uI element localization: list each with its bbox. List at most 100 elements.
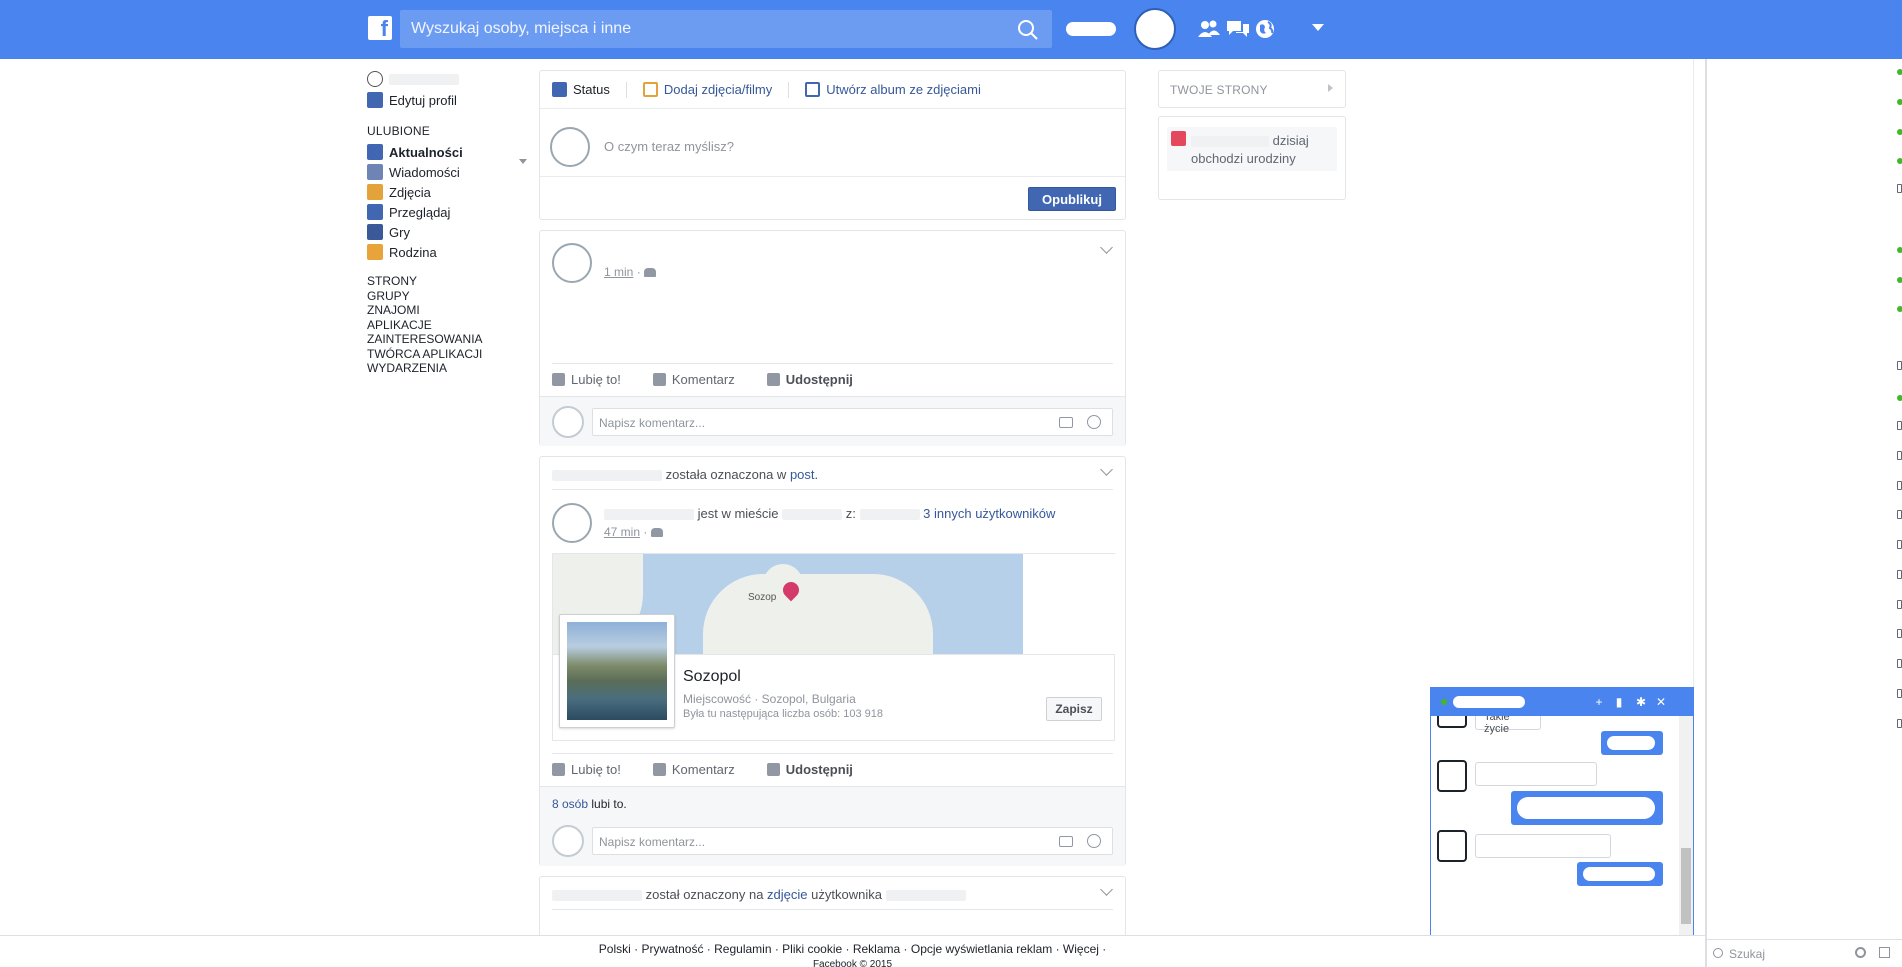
account-menu-chevron-down-icon[interactable] <box>1312 24 1324 31</box>
camera-icon[interactable] <box>1059 417 1073 428</box>
sidebar-item-games[interactable]: Gry <box>367 222 527 242</box>
tag-post-link[interactable]: post <box>790 467 815 482</box>
place-name[interactable]: Sozopol <box>683 668 741 686</box>
notifications-globe-icon[interactable] <box>1254 17 1280 41</box>
composer-body[interactable]: O czym teraz myślisz? <box>540 109 1125 177</box>
sidebar-item-photos[interactable]: Zdjęcia <box>367 182 527 202</box>
chevron-right-icon[interactable] <box>1328 84 1333 92</box>
close-icon[interactable]: ✕ <box>1655 696 1667 708</box>
add-friend-icon[interactable]: + <box>1593 696 1605 708</box>
chat-scrollbar[interactable] <box>1679 716 1693 938</box>
post-timestamp[interactable]: 47 min <box>604 525 640 539</box>
online-dot-icon[interactable] <box>1897 158 1902 164</box>
tab-create-album[interactable]: Utwórz album ze zdjęciami <box>805 82 981 97</box>
post-options-chevron-down-icon[interactable] <box>1100 463 1113 476</box>
sidebar-item-messages[interactable]: Wiadomości <box>367 162 527 182</box>
like-button[interactable]: Lubię to! <box>552 762 621 777</box>
nav-section-link[interactable]: GRUPY <box>367 289 527 304</box>
video-call-icon[interactable]: ▮ <box>1613 696 1625 708</box>
share-label: Udostępnij <box>785 372 853 387</box>
post-options-chevron-down-icon[interactable] <box>1100 883 1113 896</box>
online-dot-icon[interactable] <box>1897 306 1902 312</box>
nav-section-link[interactable]: WYDARZENIA <box>367 361 527 376</box>
scroll-thumb[interactable] <box>1681 848 1691 924</box>
save-button[interactable]: Zapisz <box>1046 697 1102 721</box>
post-author-avatar[interactable] <box>552 503 592 543</box>
mobile-icon[interactable] <box>1897 361 1902 370</box>
messages-icon[interactable] <box>1225 17 1251 41</box>
profile-avatar[interactable] <box>1134 8 1176 50</box>
profile-link[interactable] <box>367 70 527 88</box>
mobile-icon[interactable] <box>1897 540 1902 549</box>
online-dot-icon[interactable] <box>1897 99 1902 105</box>
mobile-icon[interactable] <box>1897 481 1902 490</box>
mobile-icon[interactable] <box>1897 421 1902 430</box>
mobile-icon[interactable] <box>1897 629 1902 638</box>
comment-button[interactable]: Komentarz <box>652 762 735 777</box>
profile-name-link[interactable] <box>1066 22 1116 36</box>
facebook-logo-icon[interactable]: f <box>368 16 392 40</box>
chat-search[interactable]: Szukaj <box>1707 939 1902 967</box>
search-icon[interactable] <box>1006 10 1052 48</box>
camera-icon[interactable] <box>1059 836 1073 847</box>
friend-requests-icon[interactable] <box>1196 17 1222 41</box>
mobile-icon[interactable] <box>1897 184 1902 193</box>
mobile-icon[interactable] <box>1897 451 1902 460</box>
sidebar-item-browse[interactable]: Przeglądaj <box>367 202 527 222</box>
mobile-icon[interactable] <box>1897 719 1902 728</box>
gear-icon[interactable]: ✱ <box>1635 696 1647 708</box>
chat-contact-name[interactable] <box>1453 696 1525 708</box>
gear-icon[interactable] <box>1855 947 1866 958</box>
nav-section-link[interactable]: ZAINTERESOWANIA <box>367 332 527 347</box>
audience-friends-icon[interactable] <box>650 528 663 538</box>
nav-section-link[interactable]: ZNAJOMI <box>367 303 527 318</box>
emoji-icon[interactable] <box>1087 834 1101 848</box>
others-link[interactable]: 3 innych użytkowników <box>923 506 1055 521</box>
audience-friends-icon[interactable] <box>644 268 657 278</box>
online-dot-icon[interactable] <box>1897 277 1902 283</box>
search-input[interactable] <box>400 10 1000 48</box>
comment-input[interactable]: Napisz komentarz... <box>592 408 1113 436</box>
birthday-reminder[interactable]: dzisiaj obchodzi urodziny <box>1167 127 1337 171</box>
share-button[interactable]: Udostępnij <box>766 372 853 387</box>
post-timestamp[interactable]: 1 min <box>604 265 633 279</box>
publish-button[interactable]: Opublikuj <box>1028 187 1116 211</box>
footer-links[interactable]: Polski · Prywatność · Regulamin · Pliki … <box>0 942 1705 956</box>
likes-count-link[interactable]: 8 osób <box>552 797 588 811</box>
share-button[interactable]: Udostępnij <box>766 762 853 777</box>
post-options-chevron-down-icon[interactable] <box>1100 241 1113 254</box>
new-message-icon[interactable] <box>1879 947 1890 958</box>
online-dot-icon[interactable] <box>1897 129 1902 135</box>
online-dot-icon[interactable] <box>1897 395 1902 401</box>
mobile-icon[interactable] <box>1897 570 1902 579</box>
redacted-city <box>782 509 843 521</box>
place-attachment[interactable]: Sozop Sozopol Miejscowość · Sozopol, Bul… <box>552 553 1115 741</box>
edit-profile-link[interactable]: Edytuj profil <box>367 88 527 112</box>
tag-photo-link[interactable]: zdjęcie <box>767 887 807 902</box>
nav-section-link[interactable]: APLIKACJE <box>367 318 527 333</box>
online-dot-icon[interactable] <box>1897 247 1902 253</box>
mobile-icon[interactable] <box>1897 510 1902 519</box>
post-author-avatar[interactable] <box>552 243 592 283</box>
mobile-icon[interactable] <box>1897 689 1902 698</box>
like-button[interactable]: Lubię to! <box>552 372 621 387</box>
chat-header[interactable]: + ▮ ✱ ✕ <box>1431 688 1693 716</box>
your-pages-box[interactable]: TWOJE STRONY <box>1158 70 1346 108</box>
comment-button[interactable]: Komentarz <box>652 372 735 387</box>
chat-sidebar: Szukaj <box>1705 59 1902 967</box>
sidebar-item-news-feed[interactable]: Aktualności <box>367 142 527 162</box>
place-photo[interactable] <box>559 614 675 728</box>
nav-section-link[interactable]: STRONY <box>367 274 527 289</box>
news-feed-options-chevron-down-icon[interactable] <box>519 159 527 164</box>
composer-placeholder[interactable]: O czym teraz myślisz? <box>604 139 734 154</box>
comment-input[interactable]: Napisz komentarz... <box>592 827 1113 855</box>
place-visit-count: Była tu następująca liczba osób: 103 918 <box>683 708 883 720</box>
tab-status[interactable]: Status <box>552 82 610 97</box>
emoji-icon[interactable] <box>1087 415 1101 429</box>
sidebar-item-family[interactable]: Rodzina <box>367 242 527 262</box>
tab-add-photos[interactable]: Dodaj zdjęcia/filmy <box>642 82 772 97</box>
mobile-icon[interactable] <box>1897 659 1902 668</box>
mobile-icon[interactable] <box>1897 600 1902 609</box>
online-dot-icon[interactable] <box>1897 69 1902 75</box>
nav-section-link[interactable]: TWÓRCA APLIKACJI <box>367 347 527 362</box>
